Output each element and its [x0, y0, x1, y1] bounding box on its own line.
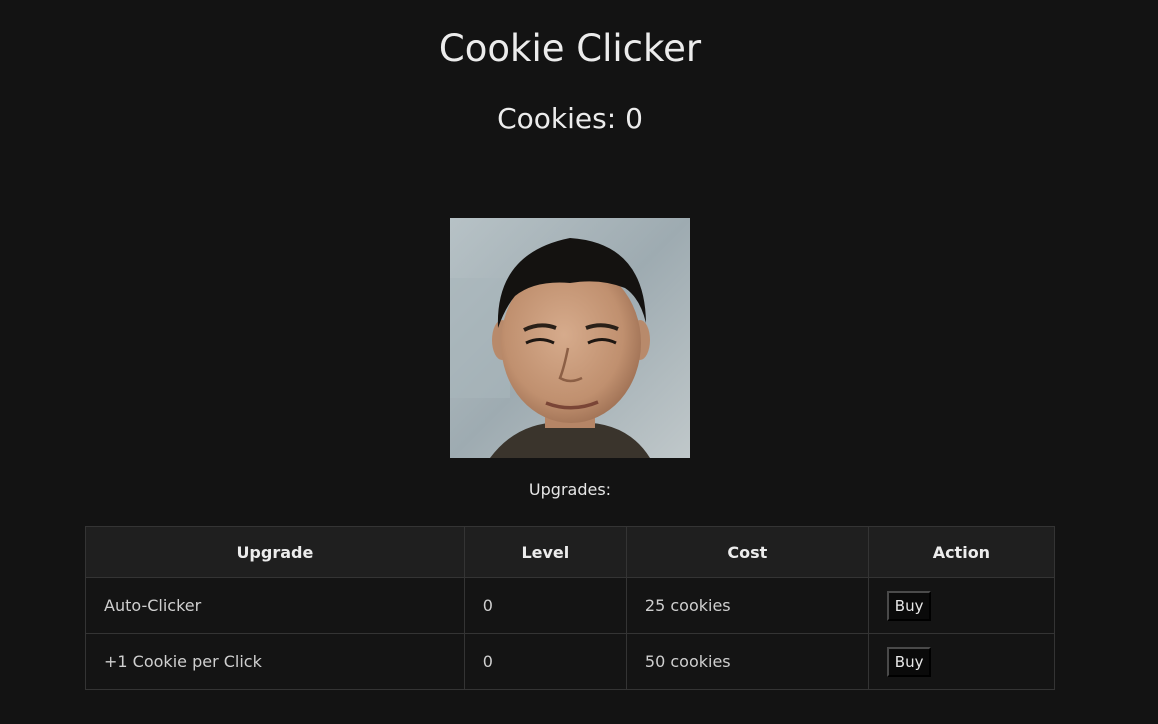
- column-header-level: Level: [463, 526, 627, 578]
- buy-cookie-per-click-button[interactable]: Buy: [886, 646, 932, 677]
- column-header-upgrade: Upgrade: [85, 526, 465, 578]
- upgrade-level-cell: 0: [463, 633, 627, 690]
- page-title: Cookie Clicker: [438, 27, 702, 70]
- table-header-row: Upgrade Level Cost Action: [85, 526, 1056, 578]
- upgrade-name-cell: Auto-Clicker: [85, 577, 465, 634]
- upgrades-table: Upgrade Level Cost Action Auto-Clicker 0…: [85, 526, 1056, 690]
- table-row: Auto-Clicker 0 25 cookies Buy: [85, 577, 1056, 634]
- upgrade-cost-cell: 50 cookies: [625, 633, 869, 690]
- upgrades-label: Upgrades:: [528, 480, 612, 499]
- upgrade-name-cell: +1 Cookie per Click: [85, 633, 465, 690]
- cookie-clicker-page: Cookie Clicker Cookies: 0 Upgrades: Upgr…: [0, 0, 1158, 724]
- table-row: +1 Cookie per Click 0 50 cookies Buy: [85, 633, 1056, 690]
- upgrade-level-cell: 0: [463, 577, 627, 634]
- buy-auto-clicker-button[interactable]: Buy: [886, 590, 932, 621]
- portrait-photo: [450, 218, 690, 458]
- upgrade-action-cell: Buy: [867, 633, 1056, 690]
- column-header-action: Action: [867, 526, 1056, 578]
- upgrade-action-cell: Buy: [867, 577, 1056, 634]
- clickable-cookie-image[interactable]: [450, 218, 690, 458]
- upgrade-cost-cell: 25 cookies: [625, 577, 869, 634]
- cookie-counter: Cookies: 0: [497, 102, 643, 135]
- column-header-cost: Cost: [625, 526, 869, 578]
